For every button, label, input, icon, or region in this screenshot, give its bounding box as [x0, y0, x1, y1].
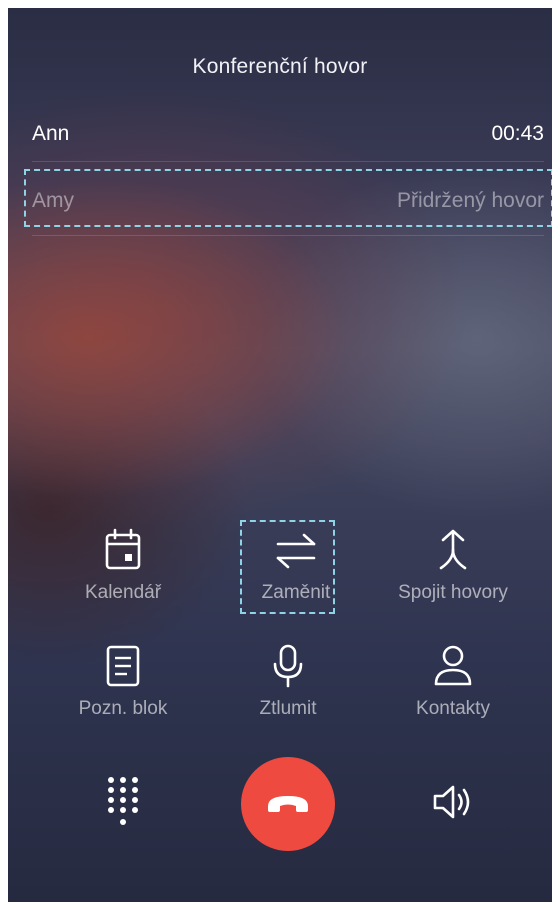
divider — [32, 235, 544, 236]
mute-button[interactable]: Ztlumit — [203, 644, 373, 720]
microphone-icon — [203, 644, 373, 688]
contacts-button[interactable]: Kontakty — [368, 644, 538, 720]
page-title: Konferenční hovor — [192, 55, 368, 78]
speaker-icon — [431, 782, 475, 827]
highlight-box — [24, 169, 552, 227]
notepad-button[interactable]: Pozn. blok — [38, 644, 208, 720]
control-label: Kontakty — [416, 698, 490, 719]
call-timer: 00:43 — [491, 122, 544, 145]
control-label: Kalendář — [84, 582, 162, 603]
calendar-icon — [38, 528, 208, 572]
end-call-icon — [264, 790, 312, 819]
control-label: Ztlumit — [259, 698, 317, 719]
calendar-button[interactable]: Kalendář — [38, 528, 208, 604]
divider — [32, 161, 544, 162]
merge-icon — [368, 528, 538, 572]
end-call-button[interactable] — [241, 757, 335, 851]
control-label: Pozn. blok — [78, 698, 168, 719]
caller-name: Ann — [32, 122, 70, 145]
dialpad-button[interactable] — [98, 774, 148, 834]
notepad-icon — [38, 644, 208, 688]
highlight-box — [240, 520, 335, 614]
control-label: Spojit hovory — [398, 582, 508, 603]
dialpad-icon — [105, 774, 141, 835]
merge-calls-button[interactable]: Spojit hovory — [368, 528, 538, 604]
active-call-row[interactable]: Ann 00:43 — [32, 122, 544, 146]
speaker-button[interactable] — [428, 782, 478, 826]
call-screen: Konferenční hovor Ann 00:43 Amy Přidržen… — [8, 8, 552, 902]
contact-icon — [368, 644, 538, 688]
